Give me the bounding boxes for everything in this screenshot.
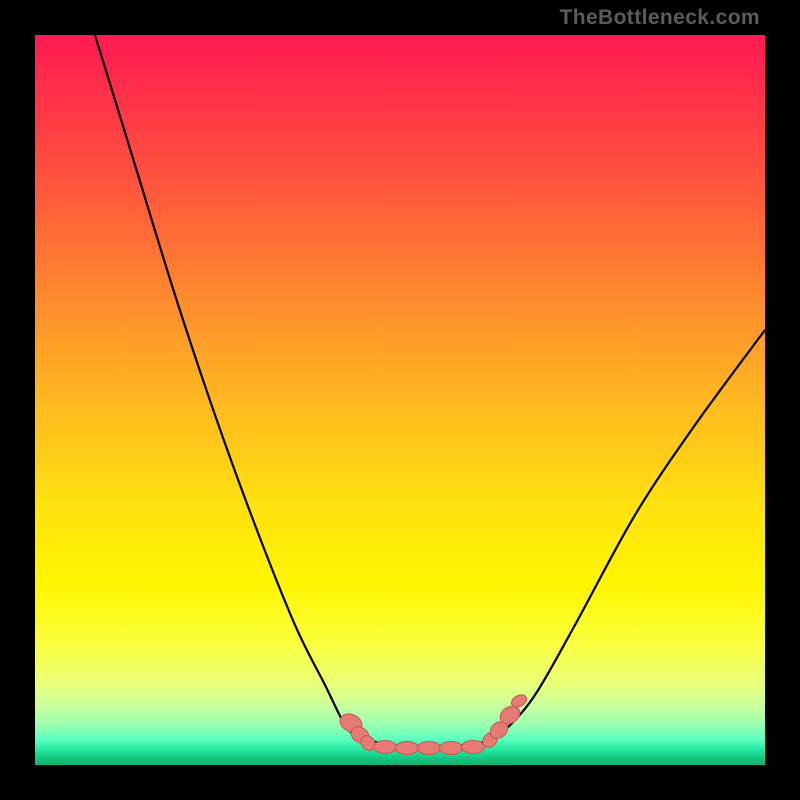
plot-area (35, 35, 765, 765)
valley-marker (373, 740, 397, 754)
root-canvas: TheBottleneck.com (0, 0, 800, 800)
bottleneck-curve (35, 35, 765, 765)
watermark-text: TheBottleneck.com (559, 6, 760, 30)
valley-marker (395, 741, 419, 755)
valley-marker (417, 741, 441, 755)
valley-marker (439, 741, 463, 755)
